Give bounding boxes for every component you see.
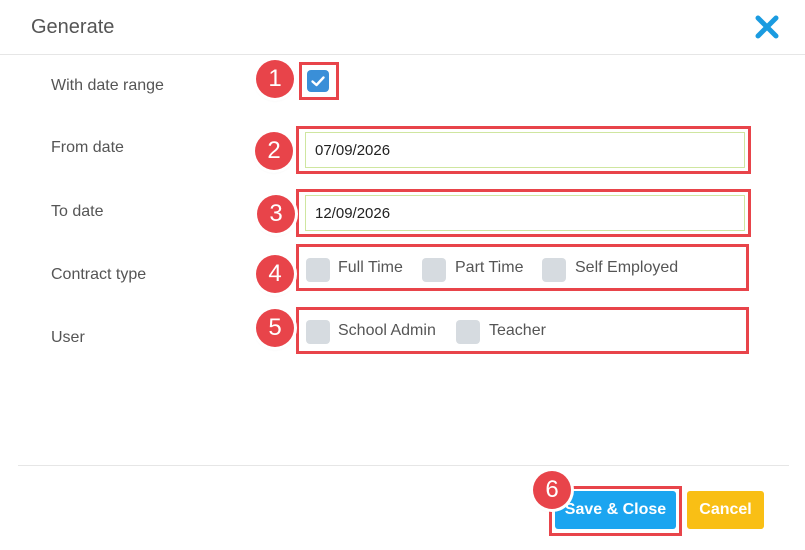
dialog-header: Generate	[0, 0, 805, 55]
part-time-label: Part Time	[455, 259, 524, 276]
checkbox-school-admin[interactable]	[306, 320, 330, 344]
step-marker-4: 4	[256, 255, 294, 293]
to-date-label: To date	[51, 203, 104, 220]
step-marker-5: 5	[256, 309, 294, 347]
date-range-checkbox[interactable]	[307, 70, 329, 92]
checkbox-part-time[interactable]	[422, 258, 446, 282]
step-marker-2: 2	[255, 132, 293, 170]
checkmark-icon	[311, 76, 325, 87]
footer-divider	[18, 465, 789, 466]
close-button[interactable]	[754, 14, 780, 40]
step-marker-1: 1	[256, 60, 294, 98]
save-close-button[interactable]: Save & Close	[555, 491, 676, 529]
checkbox-self-employed[interactable]	[542, 258, 566, 282]
to-date-input[interactable]	[305, 195, 745, 231]
from-date-label: From date	[51, 139, 124, 156]
user-label: User	[51, 329, 85, 346]
dialog-title: Generate	[31, 16, 115, 38]
from-date-input[interactable]	[305, 132, 745, 168]
generate-dialog: Generate With date range 1 From date 2 T…	[0, 0, 805, 550]
full-time-label: Full Time	[338, 259, 403, 276]
school-admin-label: School Admin	[338, 322, 436, 339]
close-icon	[755, 15, 779, 39]
self-employed-label: Self Employed	[575, 259, 679, 276]
contract-type-label: Contract type	[51, 266, 147, 283]
date-range-label: With date range	[51, 77, 164, 94]
checkbox-full-time[interactable]	[306, 258, 330, 282]
teacher-label: Teacher	[489, 322, 546, 339]
cancel-button[interactable]: Cancel	[687, 491, 764, 529]
step-marker-6: 6	[533, 471, 571, 509]
checkbox-teacher[interactable]	[456, 320, 480, 344]
step-marker-3: 3	[257, 195, 295, 233]
